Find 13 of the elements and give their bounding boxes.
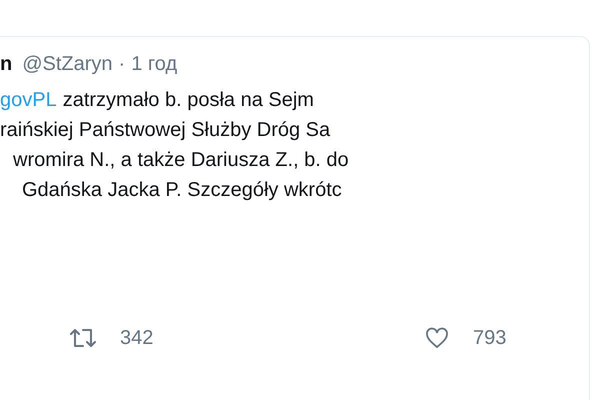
author-name[interactable]: n: [0, 51, 12, 77]
tweet-text: Gdańska Jacka P. Szczegóły wkrótc: [22, 178, 342, 203]
mention-link[interactable]: govPL: [0, 85, 57, 115]
author-handle[interactable]: @StZaryn: [22, 51, 113, 77]
action-count: 342: [120, 326, 154, 351]
tweet-text: zatrzymało b. posła na Sejm: [62, 88, 314, 113]
separator: ·: [118, 52, 126, 77]
action-count: 793: [473, 326, 506, 351]
heart-icon[interactable]: [425, 327, 449, 349]
tweet-text: raińskiej Państwowej Służby Dróg Sa: [0, 118, 330, 143]
tweet-text: wromira N., a także Dariusza Z., b. do: [13, 148, 349, 173]
retweet-icon[interactable]: [70, 327, 96, 349]
timestamp[interactable]: 1 год: [131, 51, 178, 77]
